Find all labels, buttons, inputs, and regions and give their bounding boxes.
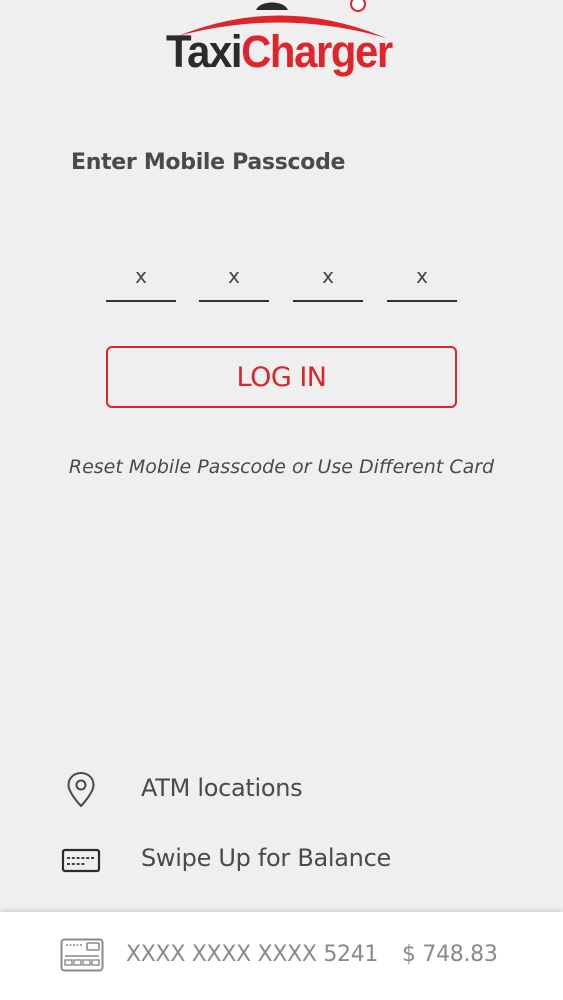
login-button[interactable]: LOG IN bbox=[106, 346, 457, 408]
map-pin-icon bbox=[67, 772, 95, 807]
app-logo: TaxiCharger bbox=[160, 0, 405, 85]
card-number: XXXX XXXX XXXX 5241 bbox=[126, 942, 379, 967]
passcode-digit-4[interactable] bbox=[387, 252, 457, 302]
swipe-balance-label: Swipe Up for Balance bbox=[141, 844, 391, 872]
atm-locations-item[interactable]: ATM locations bbox=[0, 764, 563, 814]
logo-taxi-text: Taxi bbox=[166, 26, 242, 77]
logo-wordmark: TaxiCharger bbox=[166, 26, 393, 77]
atm-locations-label: ATM locations bbox=[141, 774, 303, 802]
passcode-digit-1[interactable] bbox=[106, 252, 176, 302]
logo-charger-text: Charger bbox=[241, 26, 393, 77]
reset-passcode-link[interactable]: Reset Mobile Passcode or Use Different C… bbox=[0, 456, 563, 478]
swipe-balance-item[interactable]: Swipe Up for Balance bbox=[0, 834, 563, 884]
card-summary-bar[interactable]: XXXX XXXX XXXX 5241 $ 748.83 bbox=[0, 912, 563, 1000]
passcode-digit-2[interactable] bbox=[199, 252, 269, 302]
credit-card-icon bbox=[61, 848, 101, 873]
passcode-digit-3[interactable] bbox=[293, 252, 363, 302]
page-title: Enter Mobile Passcode bbox=[71, 150, 346, 175]
card-chip-icon bbox=[60, 938, 104, 972]
card-balance: $ 748.83 bbox=[402, 942, 498, 967]
